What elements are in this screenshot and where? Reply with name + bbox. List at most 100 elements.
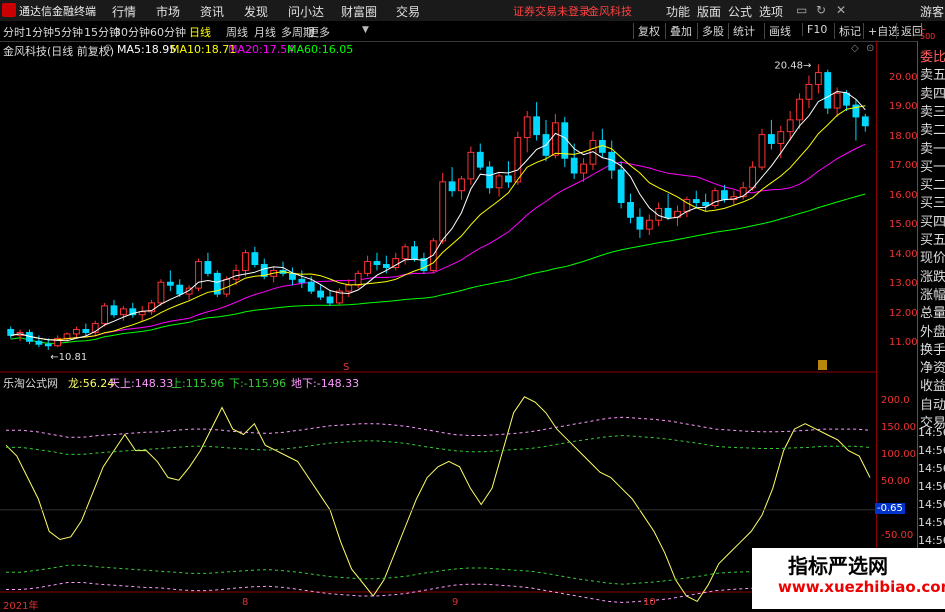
current-stock-name: 金风科技 (588, 5, 632, 18)
login-notice[interactable]: 证券交易未登录 (513, 3, 590, 19)
indicator-title: 乐淘公式网 (3, 377, 58, 390)
candle-body (157, 281, 165, 304)
menu-item[interactable]: 资讯 (200, 3, 224, 20)
period-2[interactable]: 5分钟 (54, 24, 83, 40)
app-title: 通达信金融终端 (19, 5, 96, 18)
candle-body (364, 261, 371, 274)
side-item-1[interactable]: 卖五 (920, 64, 945, 83)
side-item-2[interactable]: 卖四 (920, 83, 945, 102)
menu-formula[interactable]: 公式 (728, 3, 752, 20)
side-item-9[interactable]: 买四 (920, 211, 945, 230)
toolbar-btn-2[interactable]: 多股 (697, 23, 724, 39)
toolbar-btn-7[interactable]: +自选 (863, 23, 899, 39)
side-item-6[interactable]: 买一 (920, 156, 945, 175)
side-item-16[interactable]: 换手 (920, 339, 945, 358)
toolbar-btn-1[interactable]: 叠加 (665, 23, 692, 39)
candle-body (242, 252, 249, 271)
candle-body (63, 333, 71, 339)
menu-item[interactable]: 发现 (244, 3, 268, 20)
indicator-line-1 (6, 416, 871, 438)
candle-body (73, 328, 80, 335)
kline-chart[interactable]: 20.48→ ←10.81 S (0, 41, 876, 609)
side-item-0[interactable]: 委比 (920, 46, 945, 65)
period-5[interactable]: 60分钟 (150, 24, 186, 40)
candle-body (617, 169, 625, 204)
ma-value-2: MA20:17.54 (228, 43, 294, 56)
y-tick-2: 18.00 (889, 130, 918, 142)
y-tick-4: 16.00 (889, 189, 918, 201)
menu-item[interactable]: 交易 (396, 3, 420, 20)
period-8[interactable]: 月线 (254, 24, 276, 40)
menu-item[interactable]: 问小达 (288, 3, 324, 20)
period-6[interactable]: 日线 (189, 24, 211, 40)
side-item-17[interactable]: 净资 (920, 357, 945, 376)
side-item-4[interactable]: 卖二 (920, 119, 945, 138)
side-item-11[interactable]: 现价 (920, 247, 945, 266)
candle-body (645, 219, 653, 230)
candle-body (204, 261, 212, 274)
candle-body (467, 151, 475, 180)
side-item-5[interactable]: 卖一 (920, 138, 945, 157)
candle-body (307, 281, 315, 292)
period-7[interactable]: 周线 (226, 24, 248, 40)
candle-body (767, 134, 775, 144)
ma-value-3: MA60:16.05 (287, 43, 353, 56)
period-4[interactable]: 30分钟 (114, 24, 150, 40)
ma-value-1: MA10:18.71 (170, 43, 236, 56)
side-time-4: 14:56 (918, 498, 945, 511)
toolbar-btn-0[interactable]: 复权 (633, 23, 660, 39)
candle-body (505, 175, 512, 183)
side-item-19[interactable]: 自动 (920, 394, 945, 413)
side-time-5: 14:56 (918, 516, 945, 529)
high-price-label: 20.48→ (774, 60, 811, 71)
refresh-icon[interactable]: ↻ (816, 3, 826, 17)
guest-label[interactable]: 游客 (920, 3, 944, 20)
side-item-7[interactable]: 买二 (920, 174, 945, 193)
menu-function[interactable]: 功能 (666, 3, 690, 20)
ind-y-tick-3: 50.00 (881, 475, 910, 487)
period-0[interactable]: 分时 (3, 24, 25, 40)
period-10[interactable]: 更多 (308, 24, 330, 40)
side-item-8[interactable]: 买三 (920, 192, 945, 211)
toolbar-btn-8[interactable]: 返回 (896, 23, 923, 39)
candle-body (439, 181, 447, 242)
menu-layout[interactable]: 版面 (697, 3, 721, 20)
side-item-18[interactable]: 收益 (920, 375, 945, 394)
x-label-0: 2021年 (3, 601, 39, 612)
candle-body (119, 308, 127, 316)
minimize-icon[interactable]: ▭ (796, 3, 807, 17)
candle-body (533, 116, 541, 136)
toolbar-btn-3[interactable]: 统计 (728, 23, 755, 39)
corner-top: L (920, 22, 926, 33)
close-icon[interactable]: ✕ (836, 3, 846, 17)
ind-y-tick-5: -50.00 (881, 529, 914, 541)
menu-item[interactable]: 市场 (156, 3, 180, 20)
ma10-line (10, 105, 866, 341)
indicator-label: 天上: (109, 377, 135, 390)
indicator-label: 下: (229, 377, 244, 390)
ind-y-tick-4: -0.65 (875, 503, 905, 515)
candle-body (692, 199, 700, 204)
side-item-14[interactable]: 总量 (920, 302, 945, 321)
quote-side-panel: 委比 卖五 卖四 卖三 卖二 卖一 买一 买二 买三 买四 买五 现价 涨跌 涨幅 总量 外盘 换手 净资 收益 自动… (917, 41, 945, 609)
side-item-12[interactable]: 涨跌 (920, 266, 945, 285)
candle-body (166, 281, 174, 286)
indicator-number: -115.96 (243, 377, 287, 390)
toolbar-btn-4[interactable]: 画线 (764, 23, 791, 39)
candle-body (861, 116, 869, 127)
side-item-10[interactable]: 买五 (920, 229, 945, 248)
ma-label: MA5: (117, 43, 145, 56)
side-item-13[interactable]: 涨幅 (920, 284, 945, 303)
candle-body (627, 202, 634, 218)
toolbar-btn-5[interactable]: F10 (802, 23, 827, 36)
more-chevron-icon[interactable]: ▼ (362, 25, 369, 35)
menu-options[interactable]: 选项 (759, 3, 783, 20)
period-1[interactable]: 1分钟 (25, 24, 54, 40)
toolbar-btn-6[interactable]: 标记 (834, 23, 861, 39)
side-item-15[interactable]: 外盘 (920, 321, 945, 340)
menu-item[interactable]: 行情 (112, 3, 136, 20)
menu-item[interactable]: 财富圈 (341, 3, 377, 20)
side-item-3[interactable]: 卖三 (920, 101, 945, 120)
candle-body (35, 340, 43, 345)
x-label-2: 9 (452, 597, 459, 608)
